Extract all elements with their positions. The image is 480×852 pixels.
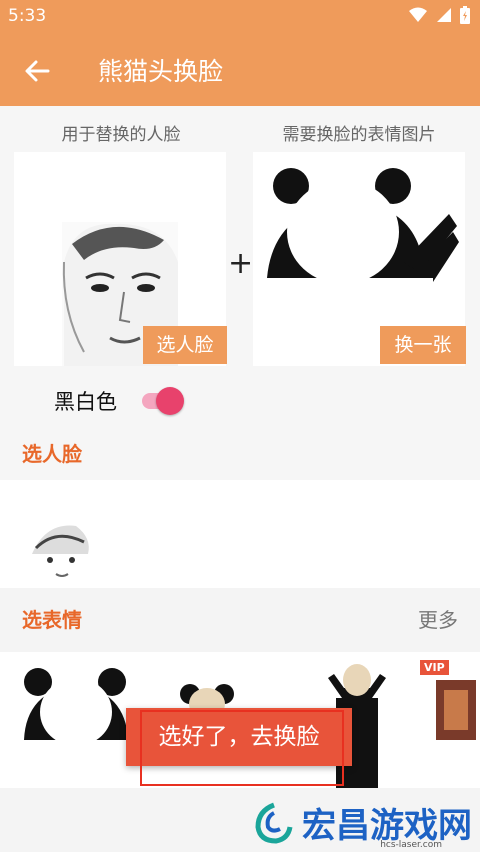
status-icons	[408, 6, 470, 24]
wifi-icon	[409, 7, 427, 22]
face-list	[0, 480, 480, 588]
watermark-logo-icon	[255, 802, 293, 844]
pick-sticker-heading: 选表情	[22, 608, 82, 632]
status-time: 5:33	[8, 6, 47, 26]
face-thumbnail[interactable]	[26, 514, 96, 584]
vip-badge: VIP	[420, 660, 449, 675]
sticker-thumbnail-4[interactable]	[436, 680, 476, 740]
more-link[interactable]: 更多	[418, 604, 458, 633]
plus-sign: +	[228, 246, 254, 281]
signal-icon	[437, 8, 451, 22]
face-caption: 用于替换的人脸	[61, 125, 181, 145]
app-bar: 熊猫头换脸	[0, 34, 480, 106]
status-bar: 5:33	[0, 0, 480, 34]
pick-face-button[interactable]: 选人脸	[143, 326, 227, 364]
face-swap-panel: 用于替换的人脸 需要换脸的表情图片 + 选人脸 换一张 黑白色 选人脸	[0, 106, 480, 480]
sticker-caption: 需要换脸的表情图片	[282, 125, 436, 145]
battery-icon	[460, 6, 470, 24]
watermark: 宏昌游戏网 hcs-laser.com	[252, 798, 472, 850]
grayscale-label: 黑白色	[54, 390, 117, 414]
sticker-thumbnail-1[interactable]	[18, 662, 134, 754]
page-title: 熊猫头换脸	[98, 57, 224, 86]
watermark-url: hcs-laser.com	[380, 840, 442, 850]
back-arrow-icon[interactable]	[22, 56, 52, 86]
change-sticker-button[interactable]: 换一张	[380, 326, 466, 364]
grayscale-toggle[interactable]	[140, 387, 184, 415]
highlight-outline	[140, 710, 344, 786]
pick-face-heading: 选人脸	[22, 442, 82, 466]
toggle-knob	[156, 387, 184, 415]
